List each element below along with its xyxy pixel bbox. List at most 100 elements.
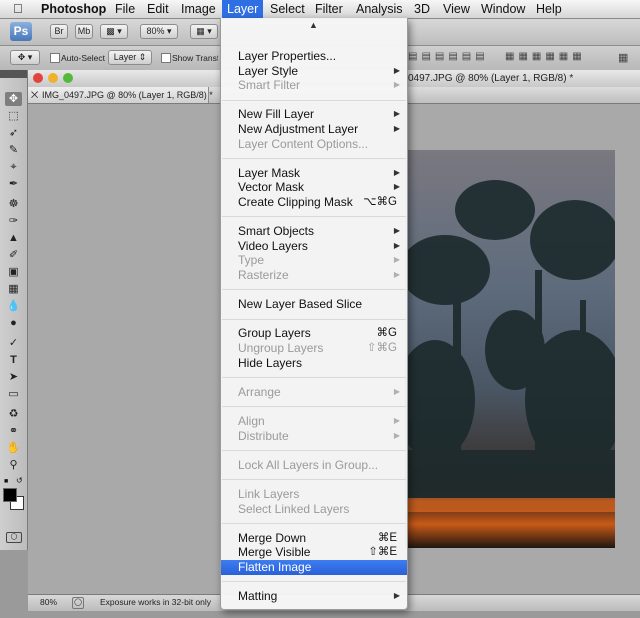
path-selection-tool-icon[interactable]: ➤ <box>5 370 22 384</box>
menu-item-create-clipping-mask[interactable]: Create Clipping Mask ⌥⌘G <box>221 195 407 210</box>
gradient-tool-icon[interactable]: ▦ <box>5 282 22 296</box>
document-tab[interactable]: ⨉ IMG_0497.JPG @ 80% (Layer 1, RGB/8) * <box>28 87 213 103</box>
menu-help[interactable]: Help <box>536 0 562 18</box>
menu-item-smart-objects[interactable]: Smart Objects ▶ <box>221 224 407 239</box>
quick-selection-tool-icon[interactable]: ✎ <box>5 143 22 157</box>
menu-item-merge-down[interactable]: Merge Down ⌘E <box>221 531 407 546</box>
menu-item-lock-all-layers-in-group[interactable]: Lock All Layers in Group... <box>221 458 407 473</box>
zoom-window-button[interactable] <box>63 73 73 83</box>
menu-image[interactable]: Image <box>181 0 216 18</box>
menu-item-distribute[interactable]: Distribute ▶ <box>221 429 407 444</box>
auto-select-label: Auto-Select <box>61 53 105 63</box>
brush-tool-icon[interactable]: ✑ <box>5 214 22 228</box>
menu-item-type[interactable]: Type ▶ <box>221 253 407 268</box>
status-info-icon[interactable]: ◯ <box>72 597 84 609</box>
menu-analysis[interactable]: Analysis <box>356 0 403 18</box>
menu-layer[interactable]: Layer <box>222 0 264 18</box>
auto-select-checkbox[interactable] <box>50 53 60 63</box>
menu-item-group-layers[interactable]: Group Layers ⌘G <box>221 326 407 341</box>
menu-filter[interactable]: Filter <box>315 0 343 18</box>
align-icons[interactable]: ▤▤▤▤▤▤ <box>408 51 498 64</box>
menu-item-video-layers[interactable]: Video Layers ▶ <box>221 239 407 254</box>
menu-item-smart-filter[interactable]: Smart Filter ▶ <box>221 78 407 93</box>
pen-tool-icon[interactable]: ✓ <box>5 336 22 350</box>
menu-item-flatten-image[interactable]: Flatten Image <box>221 560 407 575</box>
menu-item-new-adjustment-layer[interactable]: New Adjustment Layer ▶ <box>221 122 407 137</box>
healing-brush-tool-icon[interactable]: ☸ <box>5 197 22 211</box>
menu-item-layer-style[interactable]: Layer Style ▶ <box>221 64 407 79</box>
menu-item-merge-visible[interactable]: Merge Visible ⇧⌘E <box>221 545 407 560</box>
menu-item-ungroup-layers[interactable]: Ungroup Layers ⇧⌘G <box>221 341 407 356</box>
minimize-window-button[interactable] <box>48 73 58 83</box>
arrange-documents-button[interactable]: ▦ ▾ <box>190 24 218 39</box>
submenu-arrow-icon: ▶ <box>393 255 400 265</box>
mini-bridge-button[interactable]: Mb <box>75 24 93 39</box>
menu-window[interactable]: Window <box>481 0 525 18</box>
default-colors-icon[interactable]: ■ <box>4 478 10 485</box>
menu-item-label: Link Layers <box>238 487 300 501</box>
3d-orbit-tool-icon[interactable]: ⚭ <box>5 424 22 438</box>
menu-item-select-linked-layers[interactable]: Select Linked Layers <box>221 502 407 517</box>
photoshop-logo-icon[interactable]: Ps <box>10 22 32 41</box>
zoom-level-select[interactable]: 80% ▾ <box>140 24 178 39</box>
menu-item-label: Smart Objects <box>238 224 315 239</box>
menu-item-layer-content-options[interactable]: Layer Content Options... <box>221 137 407 152</box>
auto-align-icon[interactable]: ▦ <box>618 51 628 64</box>
menu-item-vector-mask[interactable]: Vector Mask ▶ <box>221 180 407 195</box>
menu-file[interactable]: File <box>115 0 135 18</box>
close-tab-icon[interactable]: ⨉ <box>31 87 38 103</box>
status-zoom[interactable]: 80% <box>40 597 57 607</box>
menu-item-new-fill-layer[interactable]: New Fill Layer ▶ <box>221 107 407 122</box>
move-tool-icon[interactable]: ✥ <box>5 92 22 106</box>
menu-select[interactable]: Select <box>270 0 305 18</box>
menu-item-label: Flatten Image <box>238 560 312 574</box>
view-extras-button[interactable]: ▩ ▾ <box>100 24 128 39</box>
menu-item-label: Type <box>238 253 265 268</box>
eraser-tool-icon[interactable]: ▣ <box>5 265 22 279</box>
show-transform-checkbox[interactable] <box>161 53 171 63</box>
history-brush-tool-icon[interactable]: ✐ <box>5 248 22 262</box>
3d-rotate-tool-icon[interactable]: ♻ <box>5 407 22 421</box>
swap-colors-icon[interactable]: ↺ <box>16 476 23 485</box>
shape-tool-icon[interactable]: ▭ <box>5 387 22 401</box>
apple-icon[interactable]:  <box>13 0 23 18</box>
submenu-arrow-icon: ▶ <box>393 80 400 90</box>
auto-select-dropdown[interactable]: Layer ⇕ <box>108 50 152 65</box>
menu-item-layer-mask[interactable]: Layer Mask ▶ <box>221 166 407 181</box>
tools-panel-header[interactable] <box>0 70 27 78</box>
menu-item-arrange[interactable]: Arrange ▶ <box>221 385 407 400</box>
menu-item-label: Layer Style <box>238 63 299 78</box>
zoom-tool-icon[interactable]: ⚲ <box>5 458 22 472</box>
clone-stamp-tool-icon[interactable]: ▲ <box>5 231 22 245</box>
menu-item-matting[interactable]: Matting ▶ <box>221 589 407 604</box>
menu-scroll-up-icon[interactable]: ▲ <box>309 20 318 30</box>
type-tool-icon[interactable]: T <box>5 353 22 367</box>
menu-3d[interactable]: 3D <box>414 0 430 18</box>
menu-item-label: Rasterize <box>238 268 289 282</box>
document-image[interactable] <box>405 150 615 548</box>
menu-item-new-layer-based-slice[interactable]: New Layer Based Slice <box>221 297 407 312</box>
hand-tool-icon[interactable]: ✋ <box>5 441 22 455</box>
menu-item-link-layers[interactable]: Link Layers <box>221 487 407 502</box>
blur-tool-icon[interactable]: 💧 <box>5 299 22 313</box>
menu-app-name[interactable]: Photoshop <box>41 0 106 18</box>
eyedropper-tool-icon[interactable]: ✒ <box>5 177 22 191</box>
menu-item-align[interactable]: Align ▶ <box>221 414 407 429</box>
menu-edit[interactable]: Edit <box>147 0 169 18</box>
menu-item-label: Smart Filter <box>238 78 301 93</box>
menu-view[interactable]: View <box>443 0 470 18</box>
crop-tool-icon[interactable]: ⌖ <box>5 160 22 174</box>
menu-item-rasterize[interactable]: Rasterize ▶ <box>221 268 407 283</box>
bridge-button[interactable]: Br <box>50 24 68 39</box>
move-tool-preset-picker[interactable]: ✥ ▾ <box>10 50 40 65</box>
quick-mask-icon[interactable]: ◯ <box>6 532 22 543</box>
dodge-tool-icon[interactable]: ● <box>5 316 22 330</box>
distribute-icons[interactable]: ▦▦▦▦▦▦ <box>505 51 605 64</box>
lasso-tool-icon[interactable]: ➶ <box>5 126 22 140</box>
menu-item-layer-properties[interactable]: Layer Properties... <box>221 49 407 64</box>
foreground-color-swatch[interactable] <box>3 488 17 502</box>
marquee-tool-icon[interactable]: ⬚ <box>5 109 22 123</box>
submenu-arrow-icon: ▶ <box>393 270 400 279</box>
menu-item-hide-layers[interactable]: Hide Layers <box>221 356 407 371</box>
close-window-button[interactable] <box>33 73 43 83</box>
